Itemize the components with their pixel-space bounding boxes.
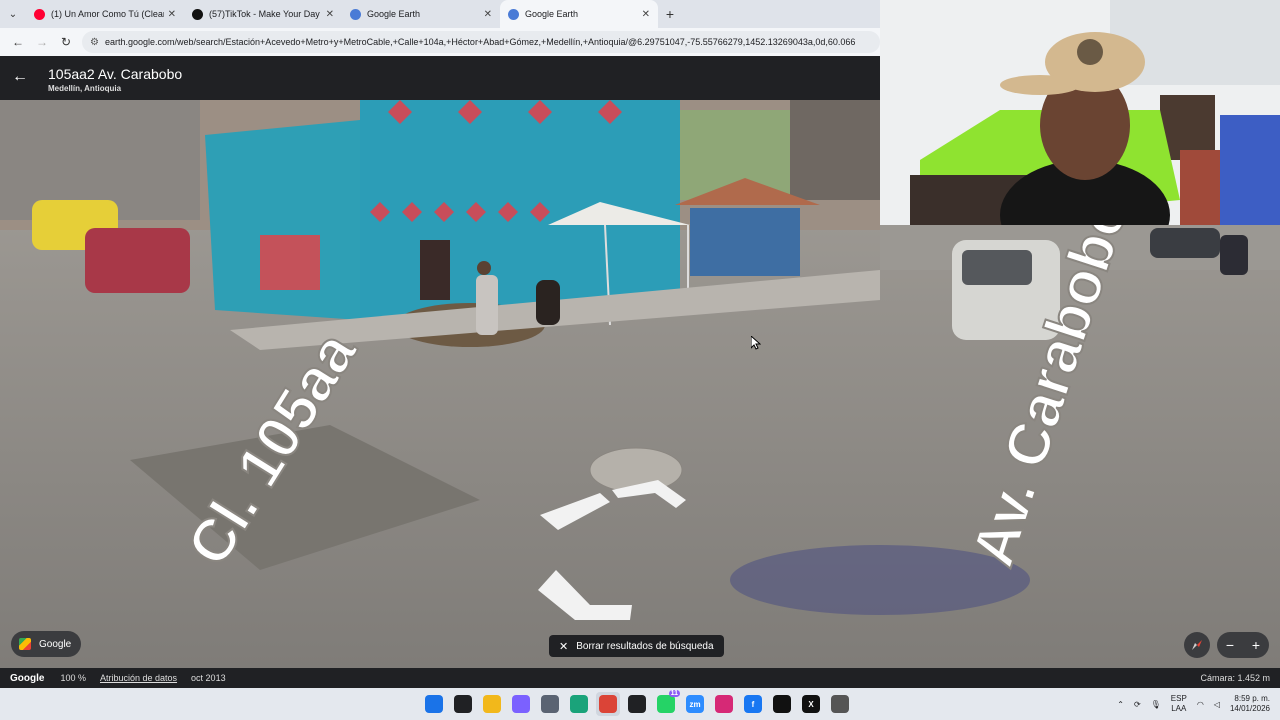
chrome-icon[interactable] xyxy=(596,692,620,716)
google-logo-icon xyxy=(19,638,31,650)
instagram-icon[interactable] xyxy=(712,692,736,716)
tiktok-taskbar-icon-glyph xyxy=(773,695,791,713)
zoom-icon-glyph: zm xyxy=(686,695,704,713)
chatgpt-icon[interactable] xyxy=(625,692,649,716)
zoom-in-button[interactable]: + xyxy=(1252,637,1260,653)
camera-altitude: Cámara: 1.452 m xyxy=(1200,673,1270,683)
address-bar[interactable]: ⚙ earth.google.com/web/search/Estación+A… xyxy=(82,31,880,53)
wifi-icon[interactable]: ◠ xyxy=(1197,700,1204,709)
site-settings-icon[interactable]: ⚙ xyxy=(90,37,99,48)
windows-taskbar: 11 zm f X ⌃ ⟳ 🎙 ESP LAA ◠ ◁ 8:59 p. m. 14/0… xyxy=(0,688,1280,720)
earth-header: ← 105aa2 Av. Carabobo Medellín, Antioqui… xyxy=(0,56,880,100)
search-icon[interactable] xyxy=(451,692,475,716)
place-title: 105aa2 Av. Carabobo xyxy=(48,66,183,82)
google-earth-icon xyxy=(350,8,361,20)
browser-tab[interactable]: Google Earth ✕ xyxy=(342,0,500,28)
tab-title: Google Earth xyxy=(367,9,421,19)
forward-arrow-icon[interactable]: → xyxy=(30,35,54,49)
data-attribution-link[interactable]: Atribución de datos xyxy=(100,673,177,683)
tiktok-icon xyxy=(192,8,203,20)
sync-icon[interactable]: ⟳ xyxy=(1134,700,1141,709)
openai-icon-glyph xyxy=(831,695,849,713)
tab-title: (57)TikTok - Make Your Day xyxy=(209,9,320,19)
notification-badge: 11 xyxy=(668,690,680,697)
copilot-icon[interactable] xyxy=(509,692,533,716)
store-icon-glyph xyxy=(541,695,559,713)
windows-start-icon-glyph xyxy=(425,695,443,713)
google-button-label: Google xyxy=(39,638,72,650)
clock-time: 8:59 p. m. xyxy=(1234,694,1270,703)
language-indicator[interactable]: ESP LAA xyxy=(1171,694,1187,714)
clock[interactable]: 8:59 p. m. 14/01/2026 xyxy=(1230,694,1270,714)
browser-tab-strip: ⌄ (1) Un Amor Como Tú (Clean Ve✕(57)TikT… xyxy=(0,0,880,28)
close-icon: ✕ xyxy=(559,640,569,653)
language-bottom: LAA xyxy=(1171,704,1187,713)
google-earth-icon xyxy=(508,8,519,20)
imagery-date[interactable]: oct 2013 xyxy=(191,673,226,683)
tab-close-icon[interactable]: ✕ xyxy=(326,9,334,20)
clear-search-results-button[interactable]: ✕ Borrar resultados de búsqueda xyxy=(549,635,724,657)
x-icon[interactable]: X xyxy=(799,692,823,716)
file-explorer-icon-glyph xyxy=(483,695,501,713)
chrome-icon-glyph xyxy=(599,695,617,713)
compass-button[interactable] xyxy=(1184,632,1210,658)
youtube-icon xyxy=(34,8,45,20)
mouse-cursor-icon xyxy=(751,336,761,350)
webcam-image xyxy=(880,0,1280,225)
edge-icon[interactable] xyxy=(567,692,591,716)
file-explorer-icon[interactable] xyxy=(480,692,504,716)
browser-tab[interactable]: (57)TikTok - Make Your Day ✕ xyxy=(184,0,342,28)
store-icon[interactable] xyxy=(538,692,562,716)
copilot-icon-glyph xyxy=(512,695,530,713)
reload-icon[interactable]: ↻ xyxy=(54,35,78,49)
tab-title: Google Earth xyxy=(525,9,579,19)
webcam-overlay xyxy=(880,0,1280,225)
tab-search-chevron-icon[interactable]: ⌄ xyxy=(0,0,26,28)
clock-date: 14/01/2026 xyxy=(1229,704,1270,713)
google-layers-button[interactable]: Google xyxy=(11,631,82,657)
microphone-icon[interactable]: 🎙 xyxy=(1151,700,1161,709)
zoom-level: 100 % xyxy=(60,673,86,683)
browser-toolbar: ← → ↻ ⚙ earth.google.com/web/search/Esta… xyxy=(0,28,880,56)
search-icon-glyph xyxy=(454,695,472,713)
whatsapp-icon[interactable]: 11 xyxy=(654,690,680,716)
clear-search-label: Borrar resultados de búsqueda xyxy=(576,640,714,652)
tab-close-icon[interactable]: ✕ xyxy=(168,9,176,20)
google-wordmark: Google xyxy=(10,672,45,684)
browser-tab[interactable]: Google Earth ✕ xyxy=(500,0,658,28)
compass-icon xyxy=(1192,640,1202,650)
facebook-icon[interactable]: f xyxy=(741,692,765,716)
whatsapp-icon-glyph xyxy=(657,695,675,713)
tiktok-taskbar-icon[interactable] xyxy=(770,692,794,716)
x-icon-glyph: X xyxy=(802,695,820,713)
url-text: earth.google.com/web/search/Estación+Ace… xyxy=(104,37,856,47)
system-tray: ⌃ ⟳ 🎙 ESP LAA ◠ ◁ 8:59 p. m. 14/01/2026 xyxy=(1117,692,1270,716)
tab-close-icon[interactable]: ✕ xyxy=(484,9,492,20)
earth-back-arrow-icon[interactable]: ← xyxy=(12,68,28,86)
openai-icon[interactable] xyxy=(828,692,852,716)
place-subtitle: Medellín, Antioquia xyxy=(48,84,122,93)
instagram-icon-glyph xyxy=(715,695,733,713)
tab-close-icon[interactable]: ✕ xyxy=(642,9,650,20)
chevron-up-icon[interactable]: ⌃ xyxy=(1117,700,1124,709)
chatgpt-icon-glyph xyxy=(628,695,646,713)
zoom-out-button[interactable]: − xyxy=(1226,637,1234,653)
edge-icon-glyph xyxy=(570,695,588,713)
language-top: ESP xyxy=(1170,694,1187,703)
back-arrow-icon[interactable]: ← xyxy=(6,35,30,49)
browser-tab[interactable]: (1) Un Amor Como Tú (Clean Ve ✕ xyxy=(26,0,184,28)
volume-icon[interactable]: ◁ xyxy=(1214,700,1220,709)
zoom-icon[interactable]: zm xyxy=(683,692,707,716)
windows-start-icon[interactable] xyxy=(422,692,446,716)
facebook-icon-glyph: f xyxy=(744,695,762,713)
earth-status-bar: Google 100 % Atribución de datos oct 201… xyxy=(0,668,1280,688)
zoom-controls: − + xyxy=(1217,632,1269,658)
new-tab-button[interactable]: + xyxy=(658,6,682,22)
tab-title: (1) Un Amor Como Tú (Clean Ve xyxy=(51,9,164,19)
